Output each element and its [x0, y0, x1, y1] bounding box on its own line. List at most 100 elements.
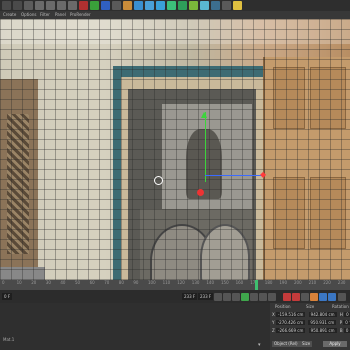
- timeline-tick-label: 30: [45, 280, 51, 285]
- camera-icon[interactable]: [222, 1, 231, 10]
- coord-row-x: X -159.516 cm 942.804 cm H 0 °: [272, 312, 350, 317]
- rotation-header: Rotation: [332, 304, 349, 309]
- start-frame-field[interactable]: 0 F: [2, 293, 13, 300]
- previous-key-icon[interactable]: [223, 293, 231, 301]
- x-axis-arrow-icon[interactable]: ◆: [260, 170, 266, 179]
- size-header: Size: [306, 304, 315, 309]
- next-key-icon[interactable]: [259, 293, 267, 301]
- autokey-icon[interactable]: [292, 293, 300, 301]
- rotation-h-field[interactable]: 0 °: [344, 312, 350, 317]
- ruler-ticks: 0 10 20 30 40 50 60 70 80 90 100 110 120 130 140 150 160…: [0, 280, 350, 290]
- timeline-tick-label: 220: [323, 280, 331, 285]
- timeline-tick-label: 60: [89, 280, 95, 285]
- 3d-viewport[interactable]: ▲ ◆: [0, 19, 350, 280]
- timeline-ruler[interactable]: 0 10 20 30 40 50 60 70 80 90 100 110 120 130 140 150 160…: [0, 280, 350, 290]
- timeline-tick-label: 180: [264, 280, 273, 285]
- current-frame-field[interactable]: 233 F: [182, 293, 198, 300]
- rotation-label: P: [339, 320, 342, 325]
- timeline-tick-label: 50: [75, 280, 81, 285]
- timeline-tick-label: 110: [162, 280, 171, 285]
- cube-icon[interactable]: [156, 1, 165, 10]
- size-mode-dropdown[interactable]: Size: [300, 341, 313, 347]
- material-label[interactable]: Mat.1: [3, 337, 14, 342]
- timeline-tick-label: 130: [191, 280, 200, 285]
- spline-pen-icon[interactable]: [167, 1, 176, 10]
- go-to-start-icon[interactable]: [214, 293, 222, 301]
- position-header: Position: [275, 304, 291, 309]
- position-x-field[interactable]: -159.516 cm: [276, 312, 306, 317]
- world-coord-icon[interactable]: [112, 1, 121, 10]
- mouse-cursor-icon: [154, 176, 163, 185]
- play-icon[interactable]: [241, 293, 249, 301]
- position-key-icon[interactable]: [310, 293, 318, 301]
- position-y-field[interactable]: -270.426 cm: [275, 320, 306, 325]
- keyframe-selection-icon[interactable]: [301, 293, 309, 301]
- rotation-key-icon[interactable]: [328, 293, 336, 301]
- coord-row-y: Y -270.426 cm 950.931 cm P 0 °: [272, 320, 350, 325]
- recent-tool-icon[interactable]: [68, 1, 77, 10]
- size-x-field[interactable]: 942.804 cm: [308, 312, 337, 317]
- floor-icon[interactable]: [211, 1, 220, 10]
- y-axis-handle[interactable]: [205, 112, 206, 182]
- timeline-tick-label: 80: [118, 280, 124, 285]
- record-icon[interactable]: [283, 293, 291, 301]
- array-icon[interactable]: [189, 1, 198, 10]
- subdivision-icon[interactable]: [178, 1, 187, 10]
- timeline-tick-label: 100: [148, 280, 156, 285]
- menu-prorender[interactable]: ProRender: [70, 12, 91, 17]
- object-origin[interactable]: [197, 189, 204, 196]
- timeline-menu-icon[interactable]: [338, 293, 346, 301]
- z-axis-icon[interactable]: [101, 1, 110, 10]
- timeline-tick-label: 120: [177, 280, 185, 285]
- main-toolbar: [0, 0, 350, 11]
- axis-label: Z: [272, 328, 275, 333]
- timeline-tick-label: 190: [279, 280, 288, 285]
- y-axis-icon[interactable]: [90, 1, 99, 10]
- timeline-tick-label: 10: [16, 280, 22, 285]
- apply-button[interactable]: Apply: [323, 341, 347, 347]
- rotation-p-field[interactable]: 0 °: [343, 320, 350, 325]
- size-z-field[interactable]: 950.891 cm: [308, 328, 337, 333]
- menu-create[interactable]: Create: [3, 12, 16, 17]
- timeline-tick-label: 160: [235, 280, 244, 285]
- scale-key-icon[interactable]: [319, 293, 327, 301]
- rotate-tool-icon[interactable]: [57, 1, 66, 10]
- x-axis-handle[interactable]: [205, 175, 263, 176]
- timeline-tick-label: 150: [221, 280, 229, 285]
- render-picture-viewer-icon[interactable]: [134, 1, 143, 10]
- rotation-b-field[interactable]: 0 °: [343, 328, 350, 333]
- timeline-tick-label: 140: [206, 280, 215, 285]
- x-axis-icon[interactable]: [79, 1, 88, 10]
- scroll-down-icon[interactable]: ▾: [258, 342, 261, 348]
- rotation-label: H: [339, 312, 343, 317]
- menu-options[interactable]: Options: [21, 12, 36, 17]
- position-z-field[interactable]: -266.669 cm: [276, 328, 306, 333]
- timeline-tick-label: 70: [104, 280, 110, 285]
- y-axis-arrow-icon[interactable]: ▲: [201, 110, 207, 119]
- size-y-field[interactable]: 950.931 cm: [308, 320, 337, 325]
- previous-frame-icon[interactable]: [232, 293, 240, 301]
- go-to-end-icon[interactable]: [268, 293, 276, 301]
- next-frame-icon[interactable]: [250, 293, 258, 301]
- deformer-icon[interactable]: [200, 1, 209, 10]
- light-icon[interactable]: [233, 1, 242, 10]
- playhead[interactable]: [255, 280, 258, 290]
- coord-mode-dropdown[interactable]: Object (Rel): [272, 341, 300, 347]
- axis-label: X: [272, 312, 275, 317]
- timeline-tick-label: 20: [31, 280, 37, 285]
- menu-filter[interactable]: Filter: [40, 12, 50, 17]
- scale-tool-icon[interactable]: [46, 1, 55, 10]
- render-view-icon[interactable]: [123, 1, 132, 10]
- undo-icon[interactable]: [2, 1, 11, 10]
- timeline-tick-label: 40: [60, 280, 66, 285]
- rotation-label: B: [339, 328, 343, 333]
- redo-icon[interactable]: [13, 1, 22, 10]
- live-selection-icon[interactable]: [24, 1, 33, 10]
- transport-bar: 0 F 233 F 233 F: [0, 290, 350, 303]
- end-frame-field[interactable]: 233 F: [198, 293, 214, 300]
- material-manager[interactable]: Mat.1 ▾: [0, 303, 270, 350]
- viewport-grid: [0, 19, 350, 280]
- menu-panel[interactable]: Panel: [55, 12, 66, 17]
- move-tool-icon[interactable]: [35, 1, 44, 10]
- edit-render-settings-icon[interactable]: [145, 1, 154, 10]
